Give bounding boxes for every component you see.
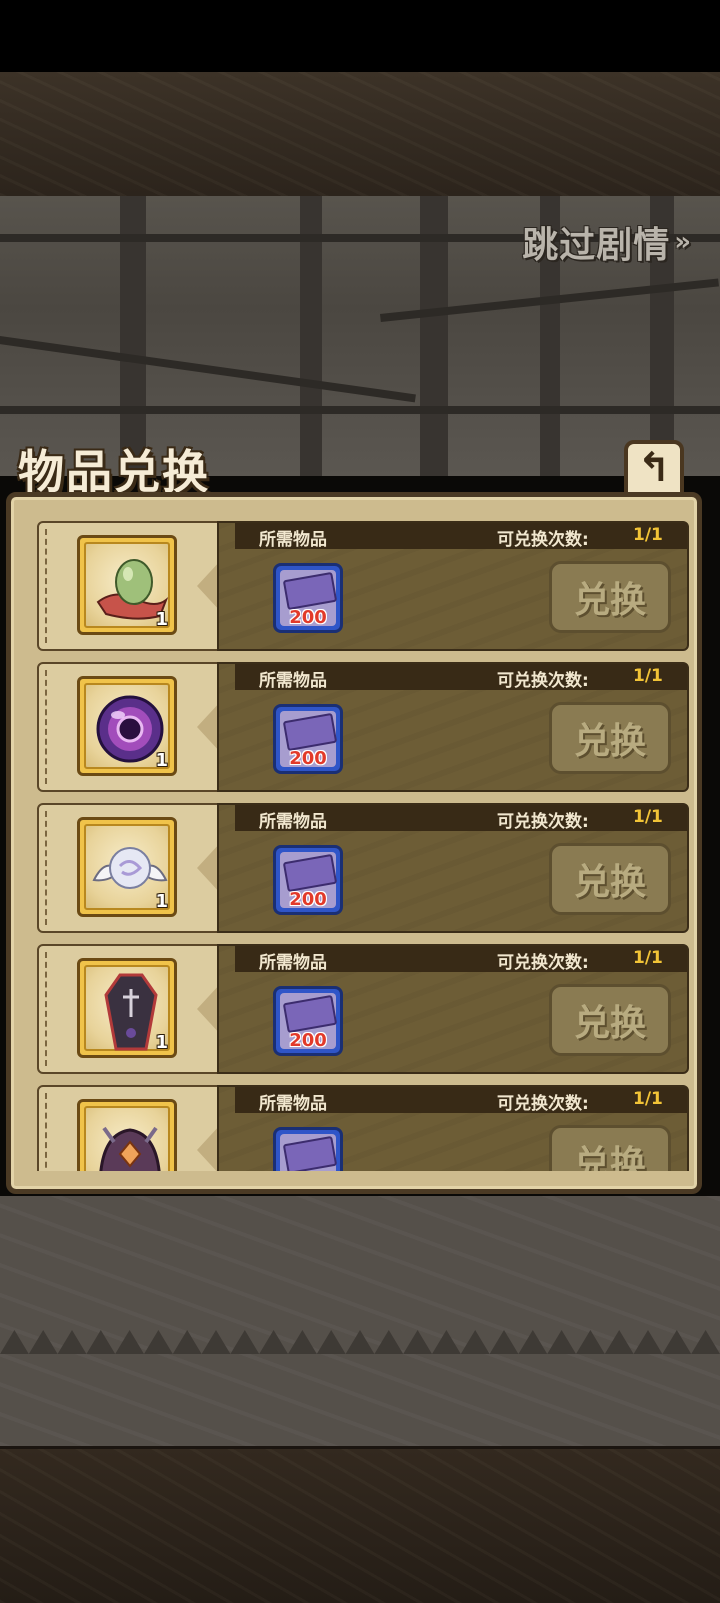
row-header: 所需物品 可兑换次数: 1/1 [235, 805, 687, 832]
bottom-background [0, 1196, 720, 1446]
required-items-label: 所需物品 [259, 1094, 327, 1114]
exchange-button[interactable]: 兑换 [549, 843, 671, 915]
row-header: 所需物品 可兑换次数: 1/1 [235, 523, 687, 550]
reward-item-quantity: 1 [155, 1032, 168, 1053]
exchange-row: 所需物品 可兑换次数: 1/1 1 200 兑换 [37, 803, 689, 933]
cost-item-slot[interactable]: 200 [273, 845, 343, 915]
exchange-limit-value: 1/1 [633, 948, 663, 968]
reward-item-quantity: 1 [155, 891, 168, 912]
reward-item-slot[interactable]: 1 [77, 535, 177, 635]
exchange-button[interactable]: 兑换 [549, 984, 671, 1056]
exchange-limit-label: 可兑换次数: [497, 1094, 589, 1114]
exchange-limit-label: 可兑换次数: [497, 671, 589, 691]
bottom-decorative-band [0, 1446, 720, 1603]
exchange-button[interactable]: 兑换 [549, 561, 671, 633]
reward-item-quantity: 1 [155, 750, 168, 771]
reward-item-slot[interactable]: 1 [77, 958, 177, 1058]
exchange-row: 所需物品 可兑换次数: 1/1 1 200 兑换 [37, 944, 689, 1074]
exchange-row: 所需物品 可兑换次数: 1/1 1 200 兑换 [37, 521, 689, 651]
required-items-label: 所需物品 [259, 953, 327, 973]
exchange-limit-value: 1/1 [633, 807, 663, 827]
cost-item-slot[interactable]: 200 [273, 986, 343, 1056]
reward-item-slot[interactable]: 1 [77, 817, 177, 917]
exchange-limit-value: 1/1 [633, 1089, 663, 1109]
cost-amount: 200 [289, 748, 327, 769]
back-button[interactable]: ↰ [624, 440, 684, 496]
reward-item-quantity: 1 [155, 609, 168, 630]
exchange-limit-value: 1/1 [633, 666, 663, 686]
double-chevron-right-icon: » [674, 227, 692, 257]
exchange-limit-label: 可兑换次数: [497, 530, 589, 550]
reward-item-slot[interactable] [77, 1099, 177, 1171]
exchange-row: 所需物品 可兑换次数: 1/1 兑换 [37, 1085, 689, 1171]
cost-item-slot[interactable] [273, 1127, 343, 1171]
cost-amount: 200 [289, 1030, 327, 1051]
exchange-row: 所需物品 可兑换次数: 1/1 1 200 兑换 [37, 662, 689, 792]
row-header: 所需物品 可兑换次数: 1/1 [235, 946, 687, 973]
required-items-label: 所需物品 [259, 530, 327, 550]
exchange-panel: 所需物品 可兑换次数: 1/1 1 200 兑换 所需物品 可兑换次数: 1/1… [6, 492, 702, 1194]
row-header: 所需物品 可兑换次数: 1/1 [235, 1087, 687, 1114]
cost-item-slot[interactable]: 200 [273, 563, 343, 633]
return-arrow-icon: ↰ [637, 445, 671, 491]
cost-item-slot[interactable]: 200 [273, 704, 343, 774]
skip-story-button[interactable]: 跳过剧情 » [522, 218, 692, 266]
reward-item-slot[interactable]: 1 [77, 676, 177, 776]
exchange-limit-label: 可兑换次数: [497, 953, 589, 973]
skip-story-label: 跳过剧情 [522, 225, 671, 266]
helmet-mask-icon [99, 1126, 161, 1171]
exchange-list[interactable]: 所需物品 可兑换次数: 1/1 1 200 兑换 所需物品 可兑换次数: 1/1… [25, 509, 691, 1171]
exchange-button[interactable]: 兑换 [549, 702, 671, 774]
exchange-limit-value: 1/1 [633, 525, 663, 545]
required-items-label: 所需物品 [259, 812, 327, 832]
status-bar [0, 0, 720, 72]
exchange-button[interactable]: 兑换 [549, 1125, 671, 1171]
row-header: 所需物品 可兑换次数: 1/1 [235, 664, 687, 691]
cost-amount: 200 [289, 607, 327, 628]
top-decorative-band [0, 72, 720, 199]
cost-amount: 200 [289, 889, 327, 910]
required-items-label: 所需物品 [259, 671, 327, 691]
exchange-limit-label: 可兑换次数: [497, 812, 589, 832]
